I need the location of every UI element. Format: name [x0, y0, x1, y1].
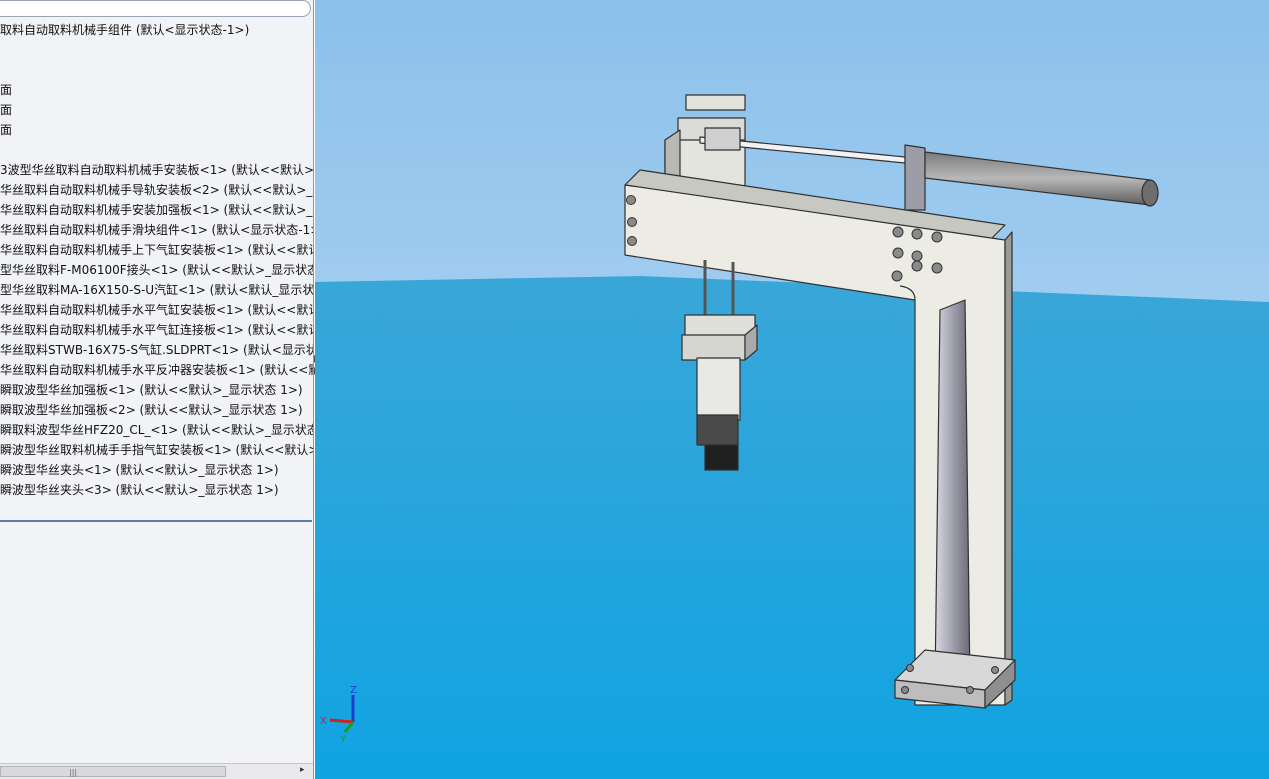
tree-component[interactable]: 瞬波型华丝夹头<3> (默认<<默认>_显示状态 1>) — [0, 480, 313, 500]
viewport-floor — [315, 276, 1269, 779]
gusset-rib — [934, 299, 971, 686]
scroll-right-arrow-icon[interactable]: ▸ — [300, 765, 305, 775]
scrollbar-grip-icon: ||| — [69, 768, 78, 777]
tree-component[interactable]: 瞬波型华丝取料机械手手指气缸安装板<1> (默认<<默认>_ — [0, 440, 313, 460]
tree-component[interactable]: 华丝取料自动取料机械手上下气缸安装板<1> (默认<<默认 — [0, 240, 313, 260]
rollback-bar[interactable] — [0, 520, 312, 522]
tree-component[interactable]: 华丝取料自动取料机械手水平反冲器安装板<1> (默认<<默 — [0, 360, 313, 380]
tree-component[interactable]: 3波型华丝取料自动取料机械手安装板<1> (默认<<默认>_ — [0, 160, 313, 180]
tree-component[interactable]: 瞬取波型华丝加强板<2> (默认<<默认>_显示状态 1>) — [0, 400, 313, 420]
triad-z-label: Z — [350, 685, 357, 696]
tree-plane-right[interactable]: 面 — [0, 120, 313, 140]
tree-component[interactable]: 型华丝取料F-M06100F接头<1> (默认<<默认>_显示状态 — [0, 260, 313, 280]
horizontal-scrollbar[interactable]: ||| ▸ — [0, 763, 313, 779]
tree-component[interactable]: 瞬取波型华丝加强板<1> (默认<<默认>_显示状态 1>) — [0, 380, 313, 400]
scrollbar-thumb[interactable]: ||| — [0, 766, 226, 777]
tree-component[interactable]: 华丝取料自动取料机械手安装加强板<1> (默认<<默认>_显 — [0, 200, 313, 220]
tree-filter-input[interactable] — [0, 0, 311, 17]
tree-component[interactable]: 华丝取料自动取料机械手导轨安装板<2> (默认<<默认>_显 — [0, 180, 313, 200]
gripper-cylinder — [696, 357, 741, 421]
feature-tree-panel: 取料自动取料机械手组件 (默认<显示状态-1>) 面 面 面 3波型华丝取料自动… — [0, 0, 314, 779]
tree-component[interactable]: 华丝取料自动取料机械手水平气缸安装板<1> (默认<<默认 — [0, 300, 313, 320]
tree-root-assembly[interactable]: 取料自动取料机械手组件 (默认<显示状态-1>) — [0, 20, 313, 40]
tree-component[interactable]: 瞬波型华丝夹头<1> (默认<<默认>_显示状态 1>) — [0, 460, 313, 480]
tree-component[interactable]: 华丝取料自动取料机械手滑块组件<1> (默认<显示状态-1>) — [0, 220, 313, 240]
tree-component[interactable]: 型华丝取料MA-16X150-S-U汽缸<1> (默认<默认_显示状 — [0, 280, 313, 300]
graphics-viewport[interactable]: Z X Y — [315, 0, 1269, 779]
cylinder-bracket — [904, 144, 926, 211]
triad-x-label: X — [320, 716, 327, 727]
tree-plane-top[interactable]: 面 — [0, 100, 313, 120]
top-clamp-block — [685, 94, 746, 111]
tree-component[interactable]: 华丝取料STWB-16X75-S气缸.SLDPRT<1> (默认<显示状态 — [0, 340, 313, 360]
gripper-fingers — [704, 444, 739, 471]
tree-component[interactable]: 华丝取料自动取料机械手水平气缸连接板<1> (默认<<默认 — [0, 320, 313, 340]
tree-plane-front[interactable]: 面 — [0, 80, 313, 100]
triad-y-label: Y — [339, 734, 347, 745]
tree-component[interactable]: 瞬取料波型华丝HFZ20_CL_<1> (默认<<默认>_显示状态 1 — [0, 420, 313, 440]
